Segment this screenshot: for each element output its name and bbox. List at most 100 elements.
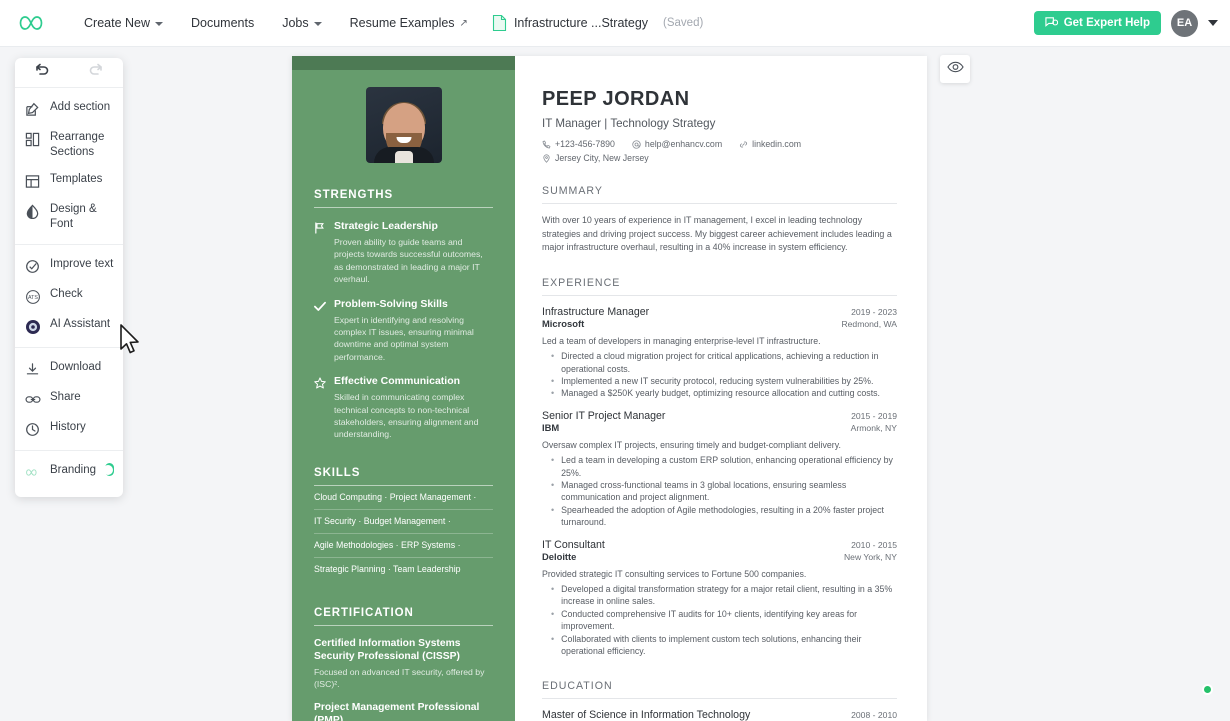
tool-group-branding: Branding [15,451,123,493]
bullet-text: Spearheaded the adoption of Agile method… [561,504,884,528]
bullet-dot: • [551,633,555,644]
nav-create-new[interactable]: Create New [70,10,177,36]
summary-text[interactable]: With over 10 years of experience in IT m… [542,214,897,255]
tool-ai-assistant[interactable]: AI Assistant [15,311,123,341]
bullet-text: Collaborated with clients to implement c… [561,633,862,657]
education-degree: Master of Science in Information Technol… [542,708,751,721]
experience-entry[interactable]: Senior IT Project Manager 2015 - 2019 IB… [542,410,897,529]
nav-create-new-label: Create New [84,16,150,30]
tool-templates[interactable]: Templates [15,166,123,196]
experience-title: Senior IT Project Manager [542,409,666,422]
experience-subtitle: Oversaw complex IT projects, ensuring ti… [542,439,841,450]
location-icon [542,153,551,163]
document-icon [492,14,507,32]
bullet-item: • Directed a cloud migration project for … [542,350,897,375]
tool-design-font[interactable]: Design & Font [15,196,123,238]
resume-role[interactable]: IT Manager | Technology Strategy [542,117,897,130]
contact-email[interactable]: help@enhancv.com [632,139,722,149]
strength-item[interactable]: Effective Communication Skilled in commu… [314,375,493,441]
experience-bullets: • Developed a digital transformation stra… [542,583,897,657]
check-icon [314,299,327,364]
nav-documents-label: Documents [191,16,255,30]
certification-desc: Focused on advanced IT security, offered… [314,666,485,689]
bullet-dot: • [551,584,555,595]
skill-line: Agile Methodologies · ERP Systems · [314,534,493,558]
tool-add-section[interactable]: Add section [15,94,123,124]
undo-redo-row [15,58,123,88]
experience-title-row: Infrastructure Manager 2019 - 2023 [542,306,897,318]
experience-location: Armonk, NY [850,422,897,433]
flag-icon [314,221,327,286]
experience-subtitle: Led a team of developers in managing ent… [542,335,821,346]
tool-design-font-label: Design & Font [50,203,97,230]
account-avatar[interactable]: EA [1171,9,1198,37]
contact-location[interactable]: Jersey City, New Jersey [542,153,649,163]
profile-photo-wrap[interactable] [314,87,493,163]
external-link-icon: ↗ [459,17,468,29]
contact-linkedin[interactable]: linkedin.com [739,139,801,149]
main-nav: Create New Documents Jobs Resume Example… [70,10,482,36]
experience-title-row: IT Consultant 2010 - 2015 [542,539,897,551]
tool-share[interactable]: Share [15,384,123,414]
experience-entry[interactable]: IT Consultant 2010 - 2015 Deloitte New Y… [542,539,897,658]
tool-history[interactable]: History [15,414,123,444]
strength-item[interactable]: Problem-Solving Skills Expert in identif… [314,298,493,364]
redo-button[interactable] [69,63,123,82]
enhancv-infinity-logo[interactable] [14,10,48,36]
sidebar-top-band [292,56,515,70]
support-chat-launcher[interactable] [1166,652,1214,700]
nav-jobs[interactable]: Jobs [268,10,335,36]
experience-company: Microsoft [542,317,585,329]
tool-rearrange-sections-label: Rearrange Sections [50,131,105,158]
skills-list[interactable]: Cloud Computing · Project Management · I… [314,486,493,581]
experience-date: 2010 - 2015 [851,539,897,550]
strengths-heading: STRENGTHS [314,189,394,201]
bullet-dot: • [551,504,555,515]
tool-check[interactable]: ATS Check [15,281,123,311]
resume-contacts: +123-456-7890 help@enhancv.com linkedin.… [542,139,897,163]
branding-logo-icon [24,464,41,481]
undo-button[interactable] [15,63,69,82]
contact-email-value: help@enhancv.com [644,139,723,149]
current-document-chip[interactable]: Infrastructure ...Strategy (Saved) [492,14,703,32]
certification-item[interactable]: Certified Information Systems Security P… [314,637,493,690]
nav-jobs-label: Jobs [282,16,309,30]
tool-improve-text[interactable]: Improve text [15,251,123,281]
summary-heading: SUMMARY [542,185,603,197]
contact-location-value: Jersey City, New Jersey [555,153,649,163]
summary-rule [542,203,897,204]
account-initials: EA [1176,17,1193,29]
preview-toggle-button[interactable] [940,55,970,83]
branding-toggle[interactable] [102,463,114,476]
templates-icon [24,173,41,190]
nav-documents[interactable]: Documents [177,10,268,36]
strength-desc: Expert in identifying and resolving comp… [334,314,474,362]
resume-name[interactable]: PEEP JORDAN [542,88,897,111]
skill-line: Strategic Planning · Team Leadership [314,563,461,574]
tool-download[interactable]: Download [15,354,123,384]
history-clock-icon [24,421,41,438]
experience-entry[interactable]: Infrastructure Manager 2019 - 2023 Micro… [542,306,897,400]
certification-heading: CERTIFICATION [314,606,414,619]
education-entry[interactable]: Master of Science in Information Technol… [542,709,897,721]
bullet-dot: • [551,480,555,491]
tool-improve-text-label: Improve text [50,258,114,270]
get-expert-help-button[interactable]: Get Expert Help [1033,11,1161,35]
document-title: Infrastructure ...Strategy [513,16,649,30]
bullet-dot: • [551,388,555,399]
account-chevron-down-icon[interactable] [1208,20,1218,26]
nav-resume-examples-label: Resume Examples [349,16,455,30]
strength-item[interactable]: Strategic Leadership Proven ability to g… [314,220,493,286]
nav-resume-examples[interactable]: Resume Examples ↗ [336,10,482,36]
experience-heading: EXPERIENCE [542,276,621,289]
link-icon [739,140,748,149]
certification-item[interactable]: Project Management Professional (PMP) Co… [314,701,493,721]
download-icon [24,361,41,378]
tool-rearrange-sections[interactable]: Rearrange Sections [15,124,123,166]
skills-heading: SKILLS [314,466,361,479]
tool-branding[interactable]: Branding [15,457,123,487]
tool-ai-assistant-label: AI Assistant [50,318,111,330]
resume-canvas[interactable]: STRENGTHS Strategic Leadership Proven ab… [292,56,927,721]
rearrange-icon [24,131,41,148]
contact-phone[interactable]: +123-456-7890 [542,139,615,149]
